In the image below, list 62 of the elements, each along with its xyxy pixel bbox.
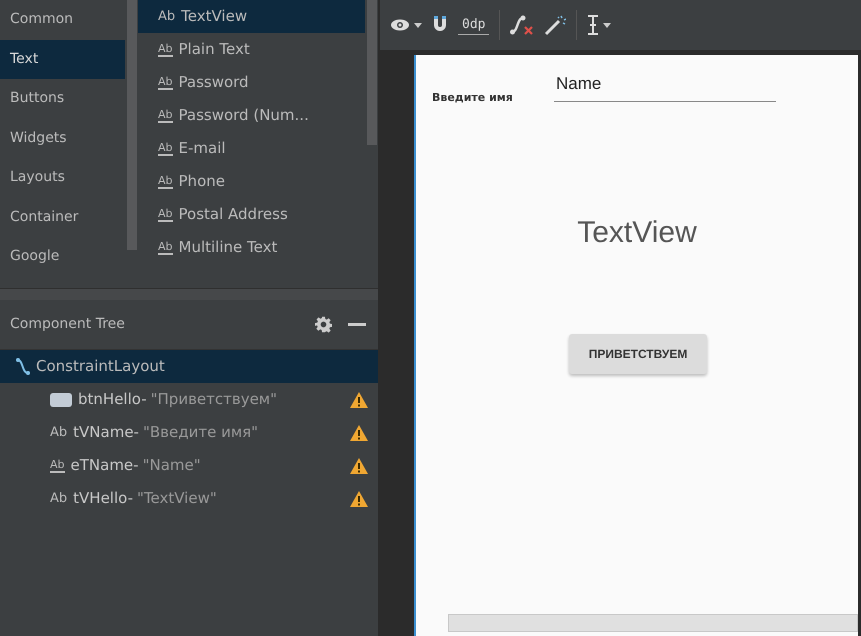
category-item[interactable]: Google — [0, 237, 125, 276]
palette-item-label: Postal Address — [178, 204, 288, 226]
panel-title: Component Tree — [10, 315, 125, 334]
text-view-icon: Ab — [158, 10, 176, 24]
palette-item-label: Phone — [178, 171, 225, 192]
text-cursor-icon — [587, 15, 600, 35]
tree-item-label: ConstraintLayout — [36, 356, 165, 378]
palette-item[interactable]: Ab Multiline Text — [138, 231, 365, 264]
constraint-layout-icon — [16, 358, 30, 376]
palette-item[interactable]: Ab Password — [138, 66, 365, 99]
tree-item-label: tVName- "Введите имя" — [73, 422, 258, 444]
palette-item[interactable]: Ab Password (Num... — [138, 99, 365, 132]
button-icon — [50, 392, 72, 406]
horizontal-scrollbar[interactable] — [448, 614, 858, 632]
text-view: TextView — [576, 215, 698, 251]
text-baseline-dropdown[interactable] — [587, 15, 612, 35]
magic-wand-icon[interactable] — [544, 14, 566, 36]
palette-item-label: Password — [178, 72, 249, 94]
magnet-icon[interactable] — [432, 16, 448, 34]
text-view-icon: Ab — [50, 426, 68, 440]
tree-item[interactable]: ConstraintLayout — [0, 350, 378, 383]
tree-item[interactable]: Ab tVName- "Введите имя" — [0, 416, 378, 449]
default-margin-label[interactable]: 0dp — [458, 14, 490, 36]
palette-item[interactable]: Ab Phone — [138, 165, 365, 198]
palette-item[interactable]: Ab Plain Text — [138, 33, 365, 66]
palette-item[interactable]: Ab E-mail — [138, 132, 365, 165]
tree-item[interactable]: Ab eTName- "Name" — [0, 449, 378, 482]
name-input-field[interactable]: Name — [554, 71, 776, 102]
warning-icon[interactable] — [350, 392, 368, 408]
clear-constraints-icon[interactable] — [510, 14, 534, 36]
name-label: Введите имя — [432, 90, 513, 106]
greet-button[interactable]: ПРИВЕТСТВУЕМ — [569, 334, 707, 374]
warning-icon[interactable] — [350, 458, 368, 474]
settings-icon[interactable] — [315, 316, 332, 333]
tree-item[interactable]: Ab tVHello- "TextView" — [0, 482, 378, 515]
palette-item-label: E-mail — [178, 138, 226, 160]
tree-item-label: eTName- "Name" — [70, 455, 201, 476]
text-view-icon: Ab — [50, 492, 68, 506]
palette-item[interactable]: Ab TextView — [138, 0, 365, 33]
category-item[interactable]: Text — [0, 40, 125, 79]
palette-item-label: TextView — [181, 6, 248, 28]
tree-item-label: tVHello- "TextView" — [73, 488, 217, 510]
warning-icon[interactable] — [350, 424, 368, 440]
caret-icon — [414, 22, 422, 28]
category-item[interactable]: Container — [0, 198, 125, 237]
tree-item[interactable]: btnHello- "Приветствуем" — [0, 383, 378, 416]
warning-icon[interactable] — [350, 490, 368, 506]
category-item[interactable]: Common — [0, 0, 125, 40]
scrollbar-thumb[interactable] — [366, 0, 376, 145]
caret-icon — [603, 22, 612, 28]
category-item[interactable]: Buttons — [0, 79, 125, 118]
palette-item-label: Multiline Text — [178, 237, 278, 258]
eye-dropdown[interactable] — [390, 19, 422, 31]
minimize-icon[interactable] — [348, 322, 366, 326]
category-item[interactable]: Layouts — [0, 158, 125, 198]
eye-icon — [390, 19, 410, 31]
category-item[interactable]: Widgets — [0, 118, 125, 158]
tree-item-label: btnHello- "Приветствуем" — [78, 389, 278, 410]
palette-item-label: Plain Text — [178, 39, 250, 60]
scrollbar-thumb[interactable] — [126, 0, 136, 250]
palette-item-label: Password (Num... — [178, 105, 309, 126]
palette-item[interactable]: Ab Postal Address — [138, 198, 365, 231]
